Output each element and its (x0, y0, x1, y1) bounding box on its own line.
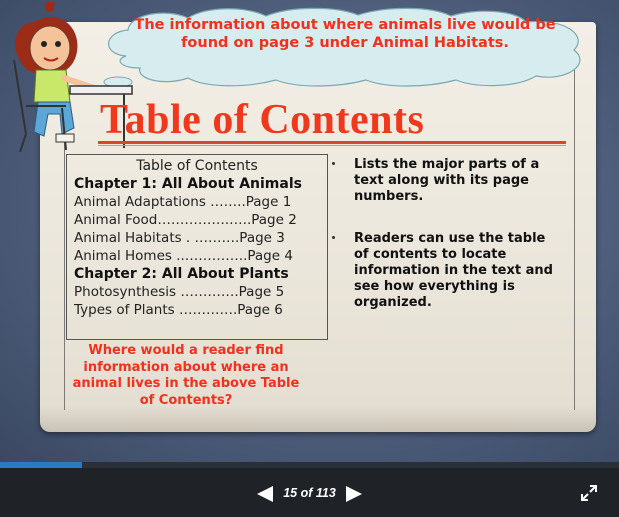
title-underline (98, 141, 566, 144)
toc-chapter-2: Chapter 2: All About Plants (74, 266, 289, 282)
table-of-contents-box: Table of Contents Chapter 1: All About A… (66, 154, 328, 340)
toc-heading: Table of Contents (136, 158, 258, 174)
fullscreen-icon[interactable] (580, 484, 598, 502)
question-text: Where would a reader find information ab… (72, 343, 300, 408)
page-indicator: 15 of 113 (283, 486, 336, 500)
note-definition: Lists the major parts of a text along wi… (354, 157, 540, 204)
cloud-answer-text: The information about where animals live… (134, 17, 556, 51)
toc-item: Types of Plants ………….Page 6 (74, 302, 283, 318)
title-underline-secondary (98, 145, 566, 146)
prev-arrow-icon[interactable] (254, 483, 276, 505)
slide-stage: The information about where animals live… (0, 0, 619, 462)
toc-item: Animal Adaptations ……..Page 1 (74, 194, 292, 210)
player-controls: 15 of 113 (0, 468, 619, 517)
slide-title: Table of Contents (100, 97, 425, 143)
toc-item: Animal Food…………….…..Page 2 (74, 212, 297, 228)
bullet-dot (332, 236, 335, 239)
note-usage: Readers can use the table of contents to… (354, 231, 553, 310)
toc-chapter-1: Chapter 1: All About Animals (74, 176, 302, 192)
bullet-dot (332, 162, 335, 165)
toc-item: Animal Homes ..…………..Page 4 (74, 248, 293, 264)
paper-margin-line-right (574, 50, 575, 410)
toc-item: Animal Habitats . ……….Page 3 (74, 230, 285, 246)
toc-item: Photosynthesis ………….Page 5 (74, 284, 285, 300)
next-arrow-icon[interactable] (343, 483, 365, 505)
